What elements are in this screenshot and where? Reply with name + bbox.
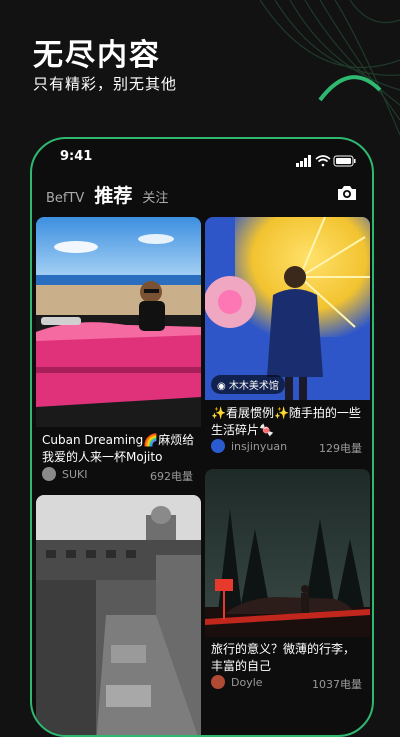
likes-count: 692电量 (150, 470, 193, 483)
status-time: 9:41 (60, 149, 93, 164)
feed-card[interactable] (36, 495, 201, 735)
location-tag[interactable]: ◉ 木木美术馆 (211, 375, 285, 394)
tab-beftv[interactable]: BefTV (46, 191, 84, 206)
camera-icon[interactable] (336, 184, 358, 206)
feed-card[interactable]: 旅行的意义？微薄的行李，丰富的自己 Doyle 1037电量 (205, 469, 370, 735)
username: SUKI (62, 468, 88, 481)
location-pin-icon: ◉ (217, 381, 226, 392)
battery-icon (333, 155, 356, 167)
feed-card[interactable]: Cuban Dreaming🌈麻烦给我爱的人来一杯Mojito SUKI 692… (36, 217, 201, 487)
avatar (211, 439, 225, 453)
username: Doyle (231, 676, 263, 689)
promo-headline: 无尽内容 (33, 38, 161, 73)
wifi-icon (315, 155, 331, 167)
feed-tabs: BefTV 推荐 关注 (46, 181, 178, 211)
avatar (211, 675, 225, 689)
feed-card-caption: Cuban Dreaming🌈麻烦给我爱的人来一杯Mojito (42, 433, 195, 464)
phone-frame: 9:41 BefTV 推荐 关注 Cuban Dreaming🌈麻烦给我爱的人来… (30, 137, 374, 737)
feed-card-meta: insjinyuan 129电量 (211, 439, 362, 455)
location-name: 木木美术馆 (228, 381, 279, 392)
feed-card-meta: Doyle 1037电量 (211, 675, 362, 691)
feed-card-caption: ✨看展惯例✨随手拍的一些生活碎片🍬 (211, 406, 361, 437)
username: insjinyuan (231, 440, 288, 453)
background-decoration (259, 0, 400, 136)
status-bar: 9:41 (32, 149, 372, 169)
avatar (42, 467, 56, 481)
promo-subheadline: 只有精彩，别无其他 (33, 75, 178, 93)
feed-card-image (36, 495, 201, 735)
feed-card[interactable]: ◉ 木木美术馆 ✨看展惯例✨随手拍的一些生活碎片🍬 insjinyuan 129… (205, 217, 370, 457)
feed-card-image (205, 217, 370, 400)
feed-card-caption: 旅行的意义？微薄的行李，丰富的自己 (211, 642, 356, 673)
feed-card-image (36, 217, 201, 427)
feed-card-image (205, 469, 370, 637)
status-icons (296, 152, 356, 171)
signal-icon (296, 155, 311, 167)
tab-following[interactable]: 关注 (142, 187, 168, 206)
likes-count: 129电量 (319, 442, 362, 455)
tab-recommend[interactable]: 推荐 (94, 181, 132, 208)
likes-count: 1037电量 (312, 678, 362, 691)
feed-card-meta: SUKI 692电量 (42, 467, 193, 483)
